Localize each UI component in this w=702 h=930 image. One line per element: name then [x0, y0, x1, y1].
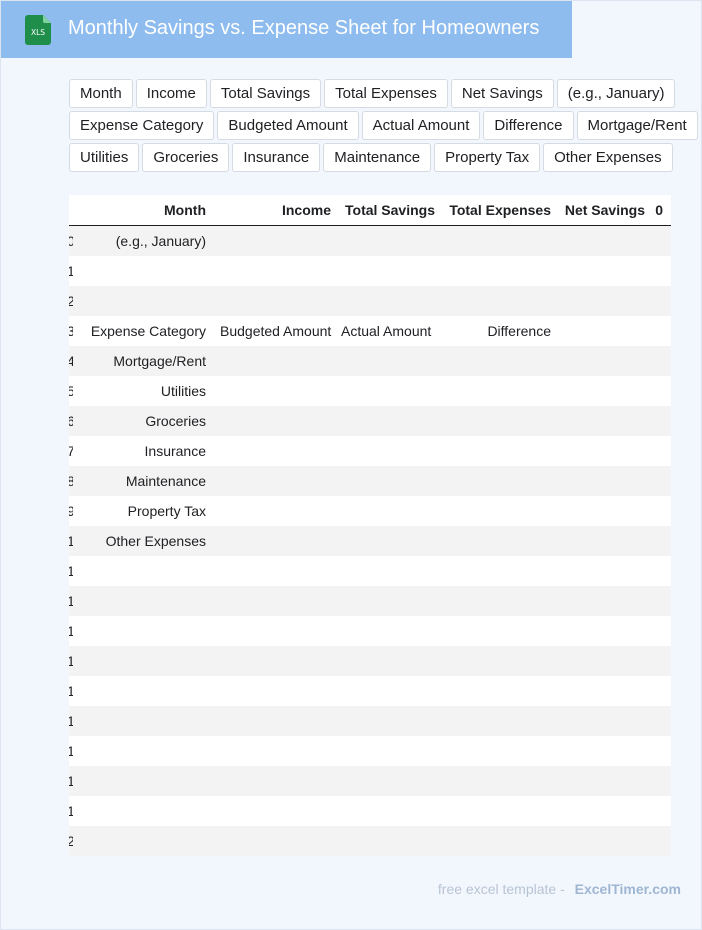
table-row: 7 Insurance	[69, 436, 671, 466]
table-row: 17	[69, 736, 671, 766]
row-index: 11	[69, 563, 73, 579]
column-header: 0	[655, 202, 663, 218]
table-row: 5 Utilities	[69, 376, 671, 406]
footer-credit: free excel template - ExcelTimer.com	[438, 881, 681, 897]
xls-file-icon: XLS	[25, 15, 51, 45]
chip-row: Month Income Total Savings Total Expenses Ne…	[69, 79, 699, 108]
spreadsheet-preview: Month Income Total Savings Total Expenses Ne…	[69, 195, 671, 856]
chip-row: Expense Category Budgeted Amount Actual Am…	[69, 111, 699, 140]
column-header: Month	[164, 202, 206, 218]
table-row: 0 (e.g., January)	[69, 226, 671, 256]
row-index: 2	[69, 293, 73, 309]
table-header-row: Month Income Total Savings Total Expenses Ne…	[69, 195, 671, 226]
table-row: 6 Groceries	[69, 406, 671, 436]
footer-brand-link[interactable]: ExcelTimer.com	[575, 881, 681, 897]
keyword-chip[interactable]: Actual Amount	[361, 111, 481, 140]
column-header: Total Expenses	[449, 202, 551, 218]
row-index: 15	[69, 683, 73, 699]
page-frame: XLS Monthly Savings vs. Expense Sheet fo…	[0, 0, 702, 930]
table-row: 10Other Expenses	[69, 526, 671, 556]
keyword-chip[interactable]: Insurance	[232, 143, 321, 172]
table-row: 4 Mortgage/Rent	[69, 346, 671, 376]
table-row: 2	[69, 286, 671, 316]
keyword-chips: Month Income Total Savings Total Expenses Ne…	[69, 79, 699, 175]
keyword-chip[interactable]: Month	[69, 79, 133, 108]
chip-row: Utilities Groceries Insurance Maintenance Pr…	[69, 143, 699, 172]
table-row: 18	[69, 766, 671, 796]
table-row: 3 Expense Category Budgeted Amount Actual A…	[69, 316, 671, 346]
row-index: 18	[69, 773, 73, 789]
table-cell: Property Tax	[127, 503, 206, 519]
row-index: 14	[69, 653, 73, 669]
row-index: 1	[69, 263, 73, 279]
keyword-chip[interactable]: Total Savings	[209, 79, 322, 108]
column-header: Total Savings	[345, 202, 435, 218]
keyword-chip[interactable]: Mortgage/Rent	[576, 111, 698, 140]
table-cell: Expense Category	[90, 323, 206, 339]
table-cell: Utilities	[160, 383, 206, 399]
table-cell: (e.g., January)	[115, 233, 206, 249]
table-row: 12	[69, 586, 671, 616]
table-cell: Other Expenses	[105, 533, 206, 549]
row-index: 19	[69, 803, 73, 819]
table-cell: Mortgage/Rent	[113, 353, 206, 369]
page-title: Monthly Savings vs. Expense Sheet for Ho…	[68, 17, 540, 39]
table-row: 8 Maintenance	[69, 466, 671, 496]
title-banner: XLS Monthly Savings vs. Expense Sheet fo…	[1, 1, 572, 58]
column-header: Income	[281, 202, 331, 218]
footer-prefix: free excel template -	[437, 881, 565, 897]
keyword-chip[interactable]: Expense Category	[69, 111, 215, 140]
keyword-chip[interactable]: Difference	[483, 111, 574, 140]
table-cell: Budgeted Amount	[220, 323, 332, 339]
table-row: 9 Property Tax	[69, 496, 671, 526]
row-index: 13	[69, 623, 73, 639]
keyword-chip[interactable]: Groceries	[142, 143, 230, 172]
table-row: 14	[69, 646, 671, 676]
table-row: 1	[69, 256, 671, 286]
table-cell: Maintenance	[125, 473, 206, 489]
row-index: 12	[69, 593, 73, 609]
column-header: Net Savings	[564, 202, 645, 218]
row-index: 17	[69, 743, 73, 759]
table-body: 0 (e.g., January) 1 2 3 Expense Category Budge…	[69, 226, 671, 856]
table-cell: Actual Amount	[341, 323, 432, 339]
keyword-chip[interactable]: Budgeted Amount	[217, 111, 359, 140]
table-cell: Insurance	[144, 443, 206, 459]
row-index: 16	[69, 713, 73, 729]
keyword-chip[interactable]: Property Tax	[434, 143, 541, 172]
table-row: 13	[69, 616, 671, 646]
keyword-chip[interactable]: (e.g., January)	[556, 79, 676, 108]
row-index: 20	[69, 833, 73, 849]
table-cell: Groceries	[145, 413, 206, 429]
keyword-chip[interactable]: Net Savings	[450, 79, 554, 108]
keyword-chip[interactable]: Utilities	[69, 143, 140, 172]
table-row: 16	[69, 706, 671, 736]
keyword-chip[interactable]: Income	[135, 79, 207, 108]
keyword-chip[interactable]: Total Expenses	[324, 79, 448, 108]
table-row: 15	[69, 676, 671, 706]
keyword-chip[interactable]: Other Expenses	[543, 143, 673, 172]
table-row: 11	[69, 556, 671, 586]
xls-icon-label: XLS	[31, 28, 45, 37]
keyword-chip[interactable]: Maintenance	[323, 143, 432, 172]
table-row: 20	[69, 826, 671, 856]
table-cell: Difference	[487, 323, 551, 339]
table-row: 19	[69, 796, 671, 826]
